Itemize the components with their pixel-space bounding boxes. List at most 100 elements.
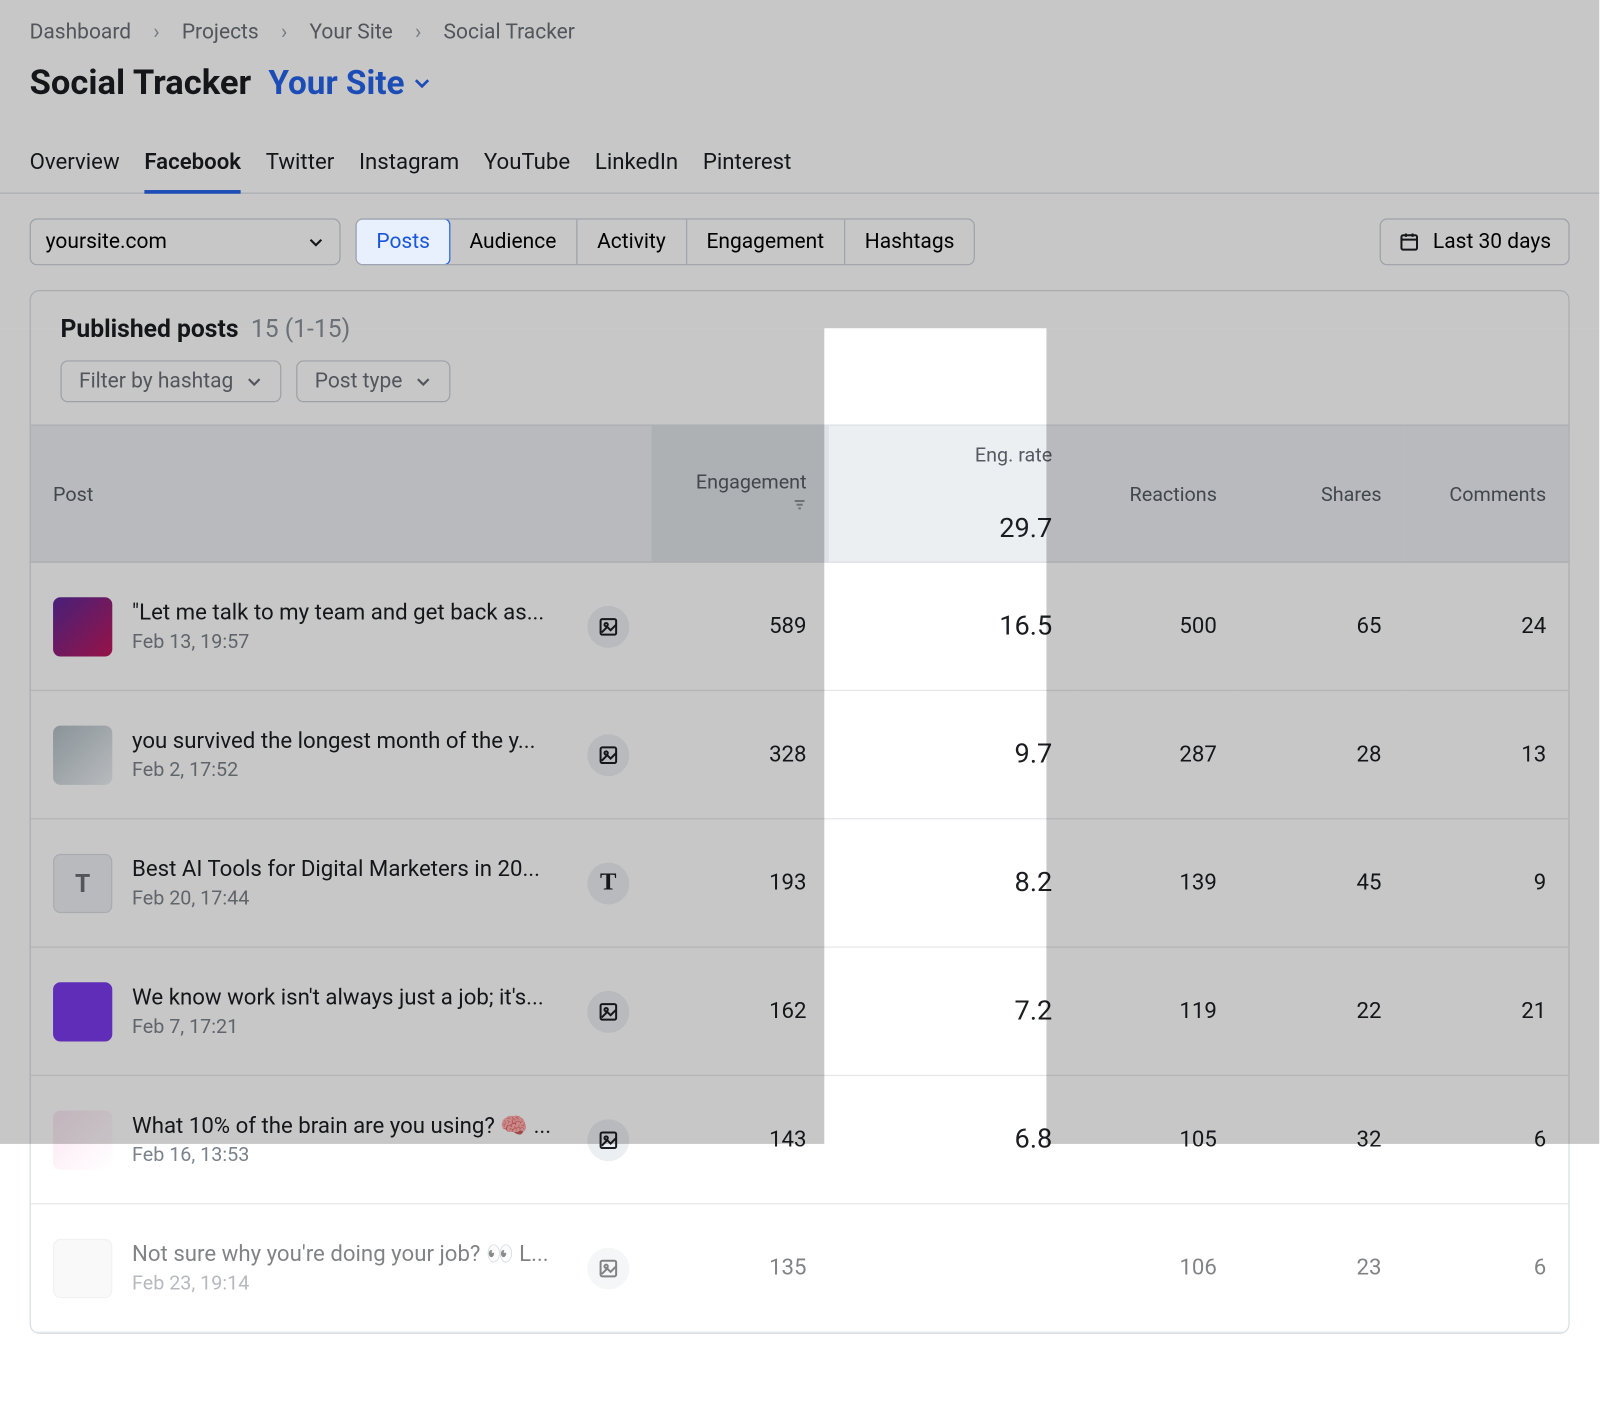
cell-eng-rate: 16.5 (829, 562, 1075, 690)
seg-audience[interactable]: Audience (450, 220, 578, 264)
col-reactions[interactable]: Reactions (1074, 425, 1239, 562)
col-eng-rate[interactable]: Eng. rate29.7 (829, 425, 1075, 562)
post-date: Feb 23, 19:14 (132, 1271, 567, 1294)
tab-facebook[interactable]: Facebook (144, 137, 241, 193)
panel-title: Published posts (60, 313, 238, 343)
tab-youtube[interactable]: YouTube (484, 137, 570, 193)
cell-reactions: 500 (1074, 562, 1239, 690)
col-comments[interactable]: Comments (1404, 425, 1569, 562)
cell-shares: 32 (1239, 1075, 1404, 1203)
breadcrumb-projects[interactable]: Projects (182, 20, 259, 45)
table-row[interactable]: "Let me talk to my team and get back as.… (31, 562, 1569, 690)
seg-engagement[interactable]: Engagement (687, 220, 845, 264)
post-title: Not sure why you're doing your job? 👀 L.… (132, 1241, 567, 1267)
image-post-icon (587, 734, 629, 776)
cell-engagement: 589 (651, 562, 828, 690)
breadcrumb-your-site[interactable]: Your Site (309, 20, 392, 45)
seg-activity[interactable]: Activity (577, 220, 686, 264)
cell-comments: 21 (1404, 947, 1569, 1075)
cell-reactions: 287 (1074, 690, 1239, 818)
cell-comments: 24 (1404, 562, 1569, 690)
filter-hashtag-label: Filter by hashtag (79, 369, 233, 394)
col-post[interactable]: Post (31, 425, 652, 562)
table-row[interactable]: T Best AI Tools for Digital Marketers in… (31, 819, 1569, 947)
site-select[interactable]: yoursite.com (30, 218, 341, 265)
cell-shares: 28 (1239, 690, 1404, 818)
sort-desc-icon (792, 494, 807, 517)
cell-eng-rate: 8.2 (829, 819, 1075, 947)
filter-hashtag[interactable]: Filter by hashtag (60, 360, 281, 402)
network-tabs: Overview Facebook Twitter Instagram YouT… (0, 137, 1599, 194)
date-range-label: Last 30 days (1433, 230, 1551, 255)
seg-hashtags[interactable]: Hashtags (845, 220, 974, 264)
image-post-icon (587, 990, 629, 1032)
site-select-value: yoursite.com (46, 230, 167, 255)
cell-shares: 23 (1239, 1204, 1404, 1332)
cell-engagement: 328 (651, 690, 828, 818)
cell-engagement: 193 (651, 819, 828, 947)
chevron-down-icon (246, 373, 263, 390)
filter-post-type-label: Post type (315, 369, 403, 394)
post-thumbnail (53, 725, 112, 784)
post-title: What 10% of the brain are you using? 🧠 .… (132, 1113, 567, 1139)
site-dropdown[interactable]: Your Site (268, 62, 431, 101)
text-post-icon: T (587, 862, 629, 904)
cell-shares: 22 (1239, 947, 1404, 1075)
chevron-right-icon: › (415, 20, 421, 45)
table-row[interactable]: you survived the longest month of the y.… (31, 690, 1569, 818)
tab-instagram[interactable]: Instagram (359, 137, 459, 193)
seg-posts[interactable]: Posts (355, 218, 451, 265)
cell-reactions: 139 (1074, 819, 1239, 947)
col-shares[interactable]: Shares (1239, 425, 1404, 562)
post-date: Feb 13, 19:57 (132, 629, 567, 652)
cell-reactions: 106 (1074, 1204, 1239, 1332)
view-segmented-control: Posts Audience Activity Engagement Hasht… (355, 218, 975, 265)
post-thumbnail (53, 982, 112, 1041)
breadcrumb-dashboard[interactable]: Dashboard (30, 20, 131, 45)
chevron-right-icon: › (281, 20, 287, 45)
post-title: "Let me talk to my team and get back as.… (132, 600, 567, 626)
col-engagement[interactable]: Engagement (651, 425, 828, 562)
cell-eng-rate: 6.8 (829, 1075, 1075, 1203)
image-post-icon (587, 605, 629, 647)
cell-engagement: 162 (651, 947, 828, 1075)
table-row[interactable]: What 10% of the brain are you using? 🧠 .… (31, 1075, 1569, 1203)
tab-pinterest[interactable]: Pinterest (703, 137, 792, 193)
filter-post-type[interactable]: Post type (296, 360, 450, 402)
post-date: Feb 16, 13:53 (132, 1143, 567, 1166)
chevron-down-icon (415, 373, 432, 390)
cell-comments: 6 (1404, 1204, 1569, 1332)
tab-linkedin[interactable]: LinkedIn (595, 137, 678, 193)
cell-eng-rate (829, 1204, 1075, 1332)
site-name: Your Site (268, 62, 404, 101)
post-thumbnail (53, 597, 112, 656)
cell-reactions: 119 (1074, 947, 1239, 1075)
post-date: Feb 2, 17:52 (132, 758, 567, 781)
image-post-icon (587, 1119, 629, 1161)
table-row[interactable]: We know work isn't always just a job; it… (31, 947, 1569, 1075)
cell-comments: 13 (1404, 690, 1569, 818)
breadcrumb: Dashboard › Projects › Your Site › Socia… (0, 0, 1599, 57)
cell-eng-rate: 9.7 (829, 690, 1075, 818)
post-thumbnail (53, 1238, 112, 1297)
cell-comments: 9 (1404, 819, 1569, 947)
published-posts-panel: Published posts 15 (1-15) Filter by hash… (30, 290, 1570, 1334)
chevron-right-icon: › (153, 20, 159, 45)
tab-twitter[interactable]: Twitter (266, 137, 335, 193)
post-title: you survived the longest month of the y.… (132, 728, 567, 754)
post-title: Best AI Tools for Digital Marketers in 2… (132, 856, 567, 882)
post-thumbnail (53, 1110, 112, 1169)
eng-rate-header-value: 29.7 (851, 513, 1052, 544)
tab-overview[interactable]: Overview (30, 137, 120, 193)
cell-shares: 45 (1239, 819, 1404, 947)
toolbar: yoursite.com Posts Audience Activity Eng… (0, 194, 1599, 290)
table-row[interactable]: Not sure why you're doing your job? 👀 L.… (31, 1204, 1569, 1332)
post-thumbnail: T (53, 853, 112, 912)
panel-count: 15 (1-15) (251, 313, 350, 343)
image-post-icon (587, 1247, 629, 1289)
col-engagement-label: Engagement (696, 470, 807, 493)
date-range-picker[interactable]: Last 30 days (1380, 218, 1570, 265)
page-title: Social Tracker (30, 62, 252, 103)
post-title: We know work isn't always just a job; it… (132, 985, 567, 1011)
cell-engagement: 143 (651, 1075, 828, 1203)
